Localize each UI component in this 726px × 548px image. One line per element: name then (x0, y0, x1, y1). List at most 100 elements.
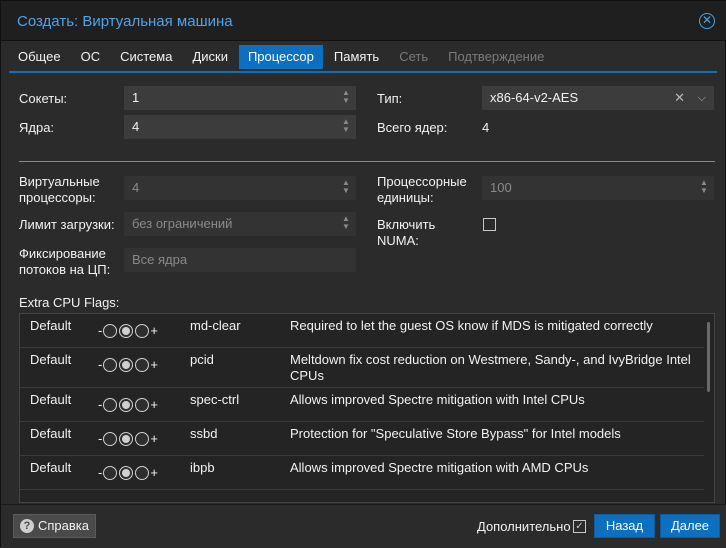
create-vm-dialog: Создать: Виртуальная машина ✕ Общее ОС С… (0, 0, 726, 548)
radio-off[interactable] (103, 323, 118, 338)
flag-state: Default (30, 426, 72, 441)
flag-desc: Allows improved Spectre mitigation with … (290, 392, 585, 407)
back-button[interactable]: Назад (594, 514, 655, 538)
radio-default[interactable] (119, 397, 134, 412)
cpuunits-spinner-icon[interactable]: ▲ ▼ (699, 179, 709, 197)
flag-desc: Protection for "Speculative Store Bypass… (290, 426, 621, 441)
flag-name: md-clear (190, 318, 241, 333)
radio-off[interactable] (103, 431, 118, 446)
advanced-checkbox[interactable]: ✓ (573, 520, 586, 533)
radio-on[interactable] (135, 397, 150, 412)
close-icon[interactable]: ✕ (699, 13, 715, 29)
tab-system[interactable]: Система (111, 45, 181, 69)
title-bar: Создать: Виртуальная машина ✕ (1, 1, 726, 41)
help-button[interactable]: ? Справка (13, 514, 96, 538)
numa-label: Включить NUMA: (377, 217, 436, 248)
flag-name: ibpb (190, 460, 215, 475)
cores-value: 4 (132, 119, 140, 134)
type-label: Тип: (377, 91, 403, 106)
radio-default[interactable] (119, 465, 134, 480)
next-button[interactable]: Далее (660, 514, 720, 538)
table-row: Default - + pcid Meltdown fix cost reduc… (20, 348, 704, 388)
radio-off[interactable] (103, 465, 118, 480)
plus-label: + (150, 323, 158, 338)
help-label: Справка (38, 518, 89, 533)
tab-memory[interactable]: Память (325, 45, 388, 69)
cpulimit-spinner-icon[interactable]: ▲ ▼ (341, 215, 351, 233)
affinity-label: Фиксирование потоков на ЦП: (19, 246, 111, 277)
vcpus-spinner-icon[interactable]: ▲ ▼ (341, 179, 351, 197)
chevron-down-icon[interactable]: ⌵ (698, 87, 706, 109)
cpuunits-input[interactable]: 100 ▲ ▼ (482, 176, 714, 200)
flag-name: ssbd (190, 426, 218, 441)
plus-label: + (150, 465, 158, 480)
radio-on[interactable] (135, 431, 150, 446)
vcpus-value: 4 (132, 180, 140, 195)
minus-label: - (98, 357, 103, 372)
flag-state: Default (30, 352, 72, 367)
cpuunits-value: 100 (490, 180, 512, 195)
flag-name: spec-ctrl (190, 392, 240, 407)
vcpus-input[interactable]: 4 ▲ ▼ (124, 176, 356, 200)
affinity-placeholder: Все ядра (132, 252, 188, 267)
flag-state: Default (30, 318, 72, 333)
cores-input[interactable]: 4 ▲ ▼ (124, 115, 356, 139)
tab-disks[interactable]: Диски (183, 45, 237, 69)
radio-default[interactable] (119, 357, 134, 372)
cpulimit-input[interactable]: без ограничений ▲ ▼ (124, 212, 356, 236)
cpulimit-value: без ограничений (132, 216, 233, 231)
flags-title: Extra CPU Flags: (19, 295, 120, 310)
sockets-spinner-icon[interactable]: ▲ ▼ (341, 89, 351, 107)
total-cores-value: 4 (482, 120, 490, 135)
flag-toggle: - + (98, 465, 158, 480)
flag-desc: Meltdown fix cost reduction on Westmere,… (290, 352, 691, 383)
radio-off[interactable] (103, 397, 118, 412)
affinity-input[interactable]: Все ядра (124, 248, 356, 272)
advanced-label: Дополнительно (477, 519, 571, 534)
flag-state: Default (30, 392, 72, 407)
cores-label: Ядра: (19, 120, 55, 135)
flag-name: pcid (190, 352, 214, 367)
grid-scrollbar[interactable] (707, 322, 710, 392)
radio-default[interactable] (119, 323, 134, 338)
radio-default[interactable] (119, 431, 134, 446)
minus-label: - (98, 465, 103, 480)
radio-on[interactable] (135, 323, 150, 338)
dialog-footer: ? Справка Дополнительно ✓ Назад Далее (1, 504, 726, 548)
tab-general[interactable]: Общее (9, 45, 70, 69)
dialog-title: Создать: Виртуальная машина (17, 13, 233, 30)
radio-on[interactable] (135, 357, 150, 372)
tab-os[interactable]: ОС (72, 45, 110, 69)
clear-icon[interactable]: ✕ (674, 87, 685, 109)
table-row: Default - + spec-ctrl Allows improved Sp… (20, 388, 704, 422)
table-row: Default - + ibpb Allows improved Spectre… (20, 456, 704, 490)
tab-network: Сеть (399, 49, 429, 64)
numa-checkbox[interactable] (483, 218, 496, 231)
vcpus-label: Виртуальные процессоры: (19, 174, 100, 205)
cpu-flags-grid: Default - + md-clear Required to let the… (19, 313, 715, 503)
flag-toggle: - + (98, 397, 158, 412)
minus-label: - (98, 431, 103, 446)
flag-toggle: - + (98, 323, 158, 338)
cpu-panel: Сокеты: 1 ▲ ▼ Ядра: 4 ▲ ▼ Тип: x86-64-v2-A… (9, 73, 719, 503)
flag-desc: Allows improved Spectre mitigation with … (290, 460, 589, 475)
cpuunits-label: Процессорные единицы: (377, 174, 467, 205)
cpu-type-value: x86-64-v2-AES (490, 90, 579, 105)
table-row: Default - + ssbd Protection for "Specula… (20, 422, 704, 456)
plus-label: + (150, 431, 158, 446)
tab-cpu[interactable]: Процессор (238, 45, 323, 69)
sockets-label: Сокеты: (19, 91, 68, 106)
cpu-type-select[interactable]: x86-64-v2-AES ✕ ⌵ (482, 86, 714, 110)
radio-on[interactable] (135, 465, 150, 480)
section-separator (19, 161, 715, 162)
minus-label: - (98, 323, 103, 338)
flag-toggle: - + (98, 431, 158, 446)
sockets-value: 1 (132, 90, 140, 105)
cpulimit-label: Лимит загрузки: (19, 217, 115, 232)
question-icon: ? (20, 519, 34, 533)
flag-toggle: - + (98, 357, 158, 372)
sockets-input[interactable]: 1 ▲ ▼ (124, 86, 356, 110)
radio-off[interactable] (103, 357, 118, 372)
tab-confirm: Подтверждение (448, 49, 545, 64)
cores-spinner-icon[interactable]: ▲ ▼ (341, 118, 351, 136)
